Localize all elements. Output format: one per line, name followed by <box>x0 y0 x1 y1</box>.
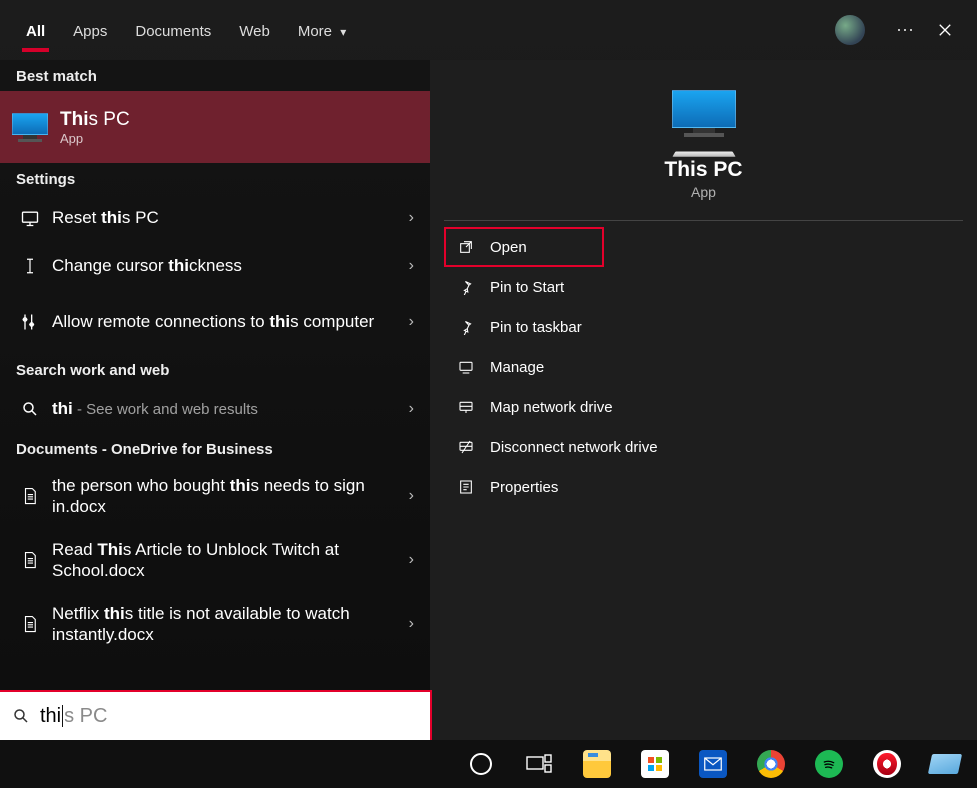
section-header-documents: Documents - OneDrive for Business <box>0 433 430 464</box>
search-filter-tabs: All Apps Documents Web More ▾ ⋯ <box>0 0 977 60</box>
action-label: Manage <box>490 359 544 376</box>
user-avatar[interactable] <box>835 15 865 45</box>
spotify-icon <box>815 750 843 778</box>
mail-icon <box>699 750 727 778</box>
microsoft-store-icon <box>641 750 669 778</box>
taskbar-cortana[interactable] <box>455 743 507 785</box>
this-pc-icon <box>672 90 736 138</box>
taskbar-task-view[interactable] <box>513 743 565 785</box>
text-caret <box>62 705 63 727</box>
best-match-title: This PC <box>60 109 130 131</box>
action-label: Properties <box>490 479 558 496</box>
file-explorer-icon <box>583 750 611 778</box>
taskbar-file-explorer[interactable] <box>571 743 623 785</box>
results-column: Best match This PC App Settings Reset th… <box>0 60 430 740</box>
task-view-icon <box>526 754 552 774</box>
settings-item-remote-connections[interactable]: Allow remote connections to this compute… <box>0 290 430 354</box>
open-icon <box>458 239 476 255</box>
preview-column: This PC App Open Pin to Start Pin to tas… <box>430 60 977 740</box>
document-icon <box>16 486 44 506</box>
tab-web[interactable]: Web <box>225 11 284 50</box>
windows-search-panel: All Apps Documents Web More ▾ ⋯ Best mat… <box>0 0 977 740</box>
taskbar-spotify[interactable] <box>803 743 855 785</box>
action-label: Disconnect network drive <box>490 439 658 456</box>
chevron-right-icon: › <box>409 551 414 569</box>
preview-title: This PC <box>664 158 742 182</box>
chevron-down-icon: ▾ <box>340 25 346 39</box>
properties-icon <box>458 479 476 495</box>
cursor-icon <box>16 257 44 275</box>
action-properties[interactable]: Properties <box>444 467 963 507</box>
map-drive-icon <box>458 399 476 415</box>
search-autocomplete-ghost: s PC <box>64 705 107 728</box>
action-disconnect-drive[interactable]: Disconnect network drive <box>444 427 963 467</box>
action-label: Pin to taskbar <box>490 319 582 336</box>
action-open[interactable]: Open <box>444 227 604 267</box>
settings-item-reset-pc[interactable]: Reset this PC › <box>0 194 430 242</box>
action-label: Map network drive <box>490 399 613 416</box>
chevron-right-icon: › <box>409 615 414 633</box>
tab-apps[interactable]: Apps <box>59 11 121 50</box>
search-input[interactable]: this PC <box>0 692 430 740</box>
search-icon <box>16 400 44 418</box>
action-label: Pin to Start <box>490 279 564 296</box>
tab-more[interactable]: More ▾ <box>284 11 360 50</box>
action-label: Open <box>490 239 527 256</box>
settings-item-cursor-thickness[interactable]: Change cursor thickness › <box>0 242 430 290</box>
manage-icon <box>458 359 476 375</box>
web-search-item[interactable]: thi - See work and web results › <box>0 385 430 433</box>
close-icon[interactable] <box>925 10 965 50</box>
preview-header: This PC App <box>444 90 963 221</box>
section-header-settings: Settings <box>0 163 430 194</box>
disconnect-drive-icon <box>458 439 476 455</box>
chevron-right-icon: › <box>409 313 414 331</box>
reset-icon <box>16 208 44 228</box>
preview-actions: Open Pin to Start Pin to taskbar Manage … <box>430 221 977 513</box>
tab-all[interactable]: All <box>12 11 59 50</box>
search-icon <box>12 707 30 725</box>
pin-icon <box>458 319 476 335</box>
pin-icon <box>458 279 476 295</box>
document-result-0[interactable]: the person who bought this needs to sign… <box>0 464 430 528</box>
section-header-best-match: Best match <box>0 60 430 91</box>
taskbar-mail[interactable] <box>687 743 739 785</box>
document-icon <box>16 550 44 570</box>
app-icon <box>928 754 962 774</box>
document-icon <box>16 614 44 634</box>
chevron-right-icon: › <box>409 209 414 227</box>
action-manage[interactable]: Manage <box>444 347 963 387</box>
action-pin-taskbar[interactable]: Pin to taskbar <box>444 307 963 347</box>
document-result-2[interactable]: Netflix this title is not available to w… <box>0 592 430 656</box>
sliders-icon <box>16 312 44 332</box>
best-match-subtitle: App <box>60 131 130 146</box>
this-pc-icon <box>12 113 48 141</box>
taskbar-chrome[interactable] <box>745 743 797 785</box>
chrome-icon <box>757 750 785 778</box>
taskbar <box>0 740 977 788</box>
cortana-icon <box>470 753 492 775</box>
section-header-search-web: Search work and web <box>0 354 430 385</box>
tab-documents[interactable]: Documents <box>121 11 225 50</box>
chevron-right-icon: › <box>409 400 414 418</box>
chevron-right-icon: › <box>409 257 414 275</box>
action-pin-start[interactable]: Pin to Start <box>444 267 963 307</box>
taskbar-opera[interactable] <box>861 743 913 785</box>
tab-more-label: More <box>298 23 332 40</box>
preview-subtitle: App <box>691 184 716 200</box>
taskbar-app[interactable] <box>919 743 971 785</box>
taskbar-microsoft-store[interactable] <box>629 743 681 785</box>
action-map-drive[interactable]: Map network drive <box>444 387 963 427</box>
more-options-icon[interactable]: ⋯ <box>885 10 925 50</box>
best-match-result[interactable]: This PC App <box>0 91 430 163</box>
chevron-right-icon: › <box>409 487 414 505</box>
opera-icon <box>873 750 901 778</box>
search-typed-text: thi <box>40 705 61 728</box>
document-result-1[interactable]: Read This Article to Unblock Twitch at S… <box>0 528 430 592</box>
